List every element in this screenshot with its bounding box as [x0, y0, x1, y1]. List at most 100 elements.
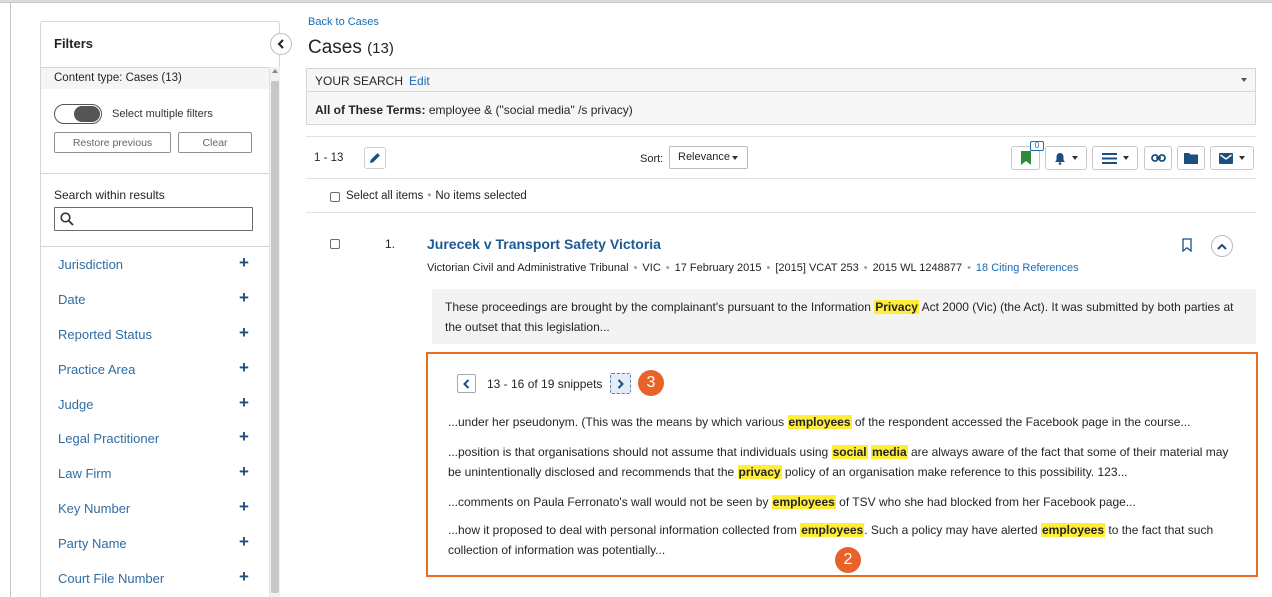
result-count: (13)	[367, 40, 394, 57]
select-all-checkbox[interactable]	[330, 192, 340, 202]
snippet-fragment: . Such a policy may have alerted	[864, 523, 1041, 537]
facet-label: Key Number	[58, 501, 131, 516]
save-to-folder-button[interactable]	[1177, 146, 1205, 170]
bookmark-icon[interactable]	[1182, 238, 1192, 255]
left-edge-divider	[10, 3, 11, 597]
result-metadata: Victorian Civil and Administrative Tribu…	[427, 262, 1079, 274]
select-all-label[interactable]: Select all items	[346, 190, 423, 202]
separator-dot: •	[766, 262, 771, 274]
chevron-down-icon	[1072, 156, 1078, 160]
result-title-link[interactable]: Jurecek v Transport Safety Victoria	[427, 236, 661, 252]
separator-dot: •	[633, 262, 638, 274]
snippet-text: ...position is that organisations should…	[448, 442, 1238, 482]
plus-icon[interactable]: +	[239, 288, 249, 308]
result-number: 1.	[385, 237, 396, 251]
snippet-text: ...comments on Paula Ferronato's wall wo…	[448, 492, 1238, 512]
plus-icon[interactable]: +	[239, 497, 249, 517]
plus-icon[interactable]: +	[239, 393, 249, 413]
back-to-cases-link[interactable]: Back to Cases	[308, 16, 379, 28]
citing-references-link[interactable]: 18 Citing References	[976, 262, 1079, 274]
restore-previous-button[interactable]: Restore previous	[54, 132, 171, 153]
sidebar-divider	[41, 246, 269, 247]
search-divider	[307, 91, 1255, 92]
content-type-label: Content type: Cases (13)	[41, 67, 269, 89]
chevron-down-icon[interactable]	[1241, 78, 1247, 82]
sidebar-scrollbar[interactable]	[269, 67, 280, 597]
chevron-down-icon	[1239, 156, 1245, 160]
search-within-label: Search within results	[54, 188, 165, 202]
plus-icon[interactable]: +	[239, 358, 249, 378]
facet-reported-status[interactable]: Reported Status +	[41, 318, 269, 352]
edit-range-button[interactable]	[364, 147, 386, 169]
next-snippets-button[interactable]	[610, 373, 631, 394]
step-callout-badge: 2	[835, 547, 861, 573]
plus-icon[interactable]: +	[239, 567, 249, 587]
search-terms-value: employee & ("social media" /s privacy)	[428, 103, 633, 117]
separator-dot: •	[427, 190, 432, 202]
snippet-fragment: of the respondent accessed the Facebook …	[851, 415, 1191, 429]
snippet-count: 13 - 16 of 19 snippets	[487, 377, 603, 391]
plus-icon[interactable]: +	[239, 427, 249, 447]
facet-party-name[interactable]: Party Name +	[41, 527, 269, 561]
separator-dot: •	[863, 262, 868, 274]
search-terms: All of These Terms: employee & ("social …	[315, 103, 633, 117]
copy-link-button[interactable]	[1144, 146, 1172, 170]
separator-dot: •	[967, 262, 971, 274]
page-title-text: Cases	[308, 37, 362, 58]
multiple-filters-toggle[interactable]	[54, 104, 102, 124]
your-search-panel: YOUR SEARCH Edit All of These Terms: empl…	[306, 68, 1256, 125]
your-search-label: YOUR SEARCH	[315, 74, 404, 88]
page-title: Cases (13)	[308, 37, 394, 59]
bell-icon	[1055, 152, 1065, 165]
facet-label: Judge	[58, 397, 94, 412]
search-term-highlight: employees	[771, 495, 836, 509]
facet-practice-area[interactable]: Practice Area +	[41, 353, 269, 387]
snippet-fragment: ...position is that organisations should…	[448, 445, 832, 459]
previous-snippets-button[interactable]	[457, 374, 476, 393]
plus-icon[interactable]: +	[239, 532, 249, 552]
bookmark-flag-icon	[1020, 151, 1031, 165]
chevron-down-icon	[1122, 156, 1129, 160]
collapse-sidebar-button[interactable]	[270, 33, 292, 55]
facet-date[interactable]: Date +	[41, 283, 269, 317]
citation: [2015] VCAT 253	[775, 262, 859, 274]
summary-text: These proceedings are brought by the com…	[445, 300, 875, 314]
sort-select[interactable]: Relevance	[669, 146, 748, 169]
folder-icon	[1184, 153, 1198, 164]
alert-button[interactable]	[1045, 146, 1087, 170]
snippet-fragment: ...under her pseudonym. (This was the me…	[448, 415, 788, 429]
email-button[interactable]	[1210, 146, 1254, 170]
facet-judge[interactable]: Judge +	[41, 388, 269, 422]
snippet-text: ...under her pseudonym. (This was the me…	[448, 412, 1238, 432]
view-options-button[interactable]	[1092, 146, 1138, 170]
plus-icon[interactable]: +	[239, 253, 249, 273]
search-within-input[interactable]	[54, 207, 253, 231]
link-icon	[1150, 154, 1166, 162]
scrollbar-thumb[interactable]	[271, 81, 279, 593]
plus-icon[interactable]: +	[239, 323, 249, 343]
facet-court-file-number[interactable]: Court File Number +	[41, 562, 269, 596]
facet-law-firm[interactable]: Law Firm +	[41, 457, 269, 491]
facet-key-number[interactable]: Key Number +	[41, 492, 269, 526]
top-bar	[0, 0, 1272, 3]
result-checkbox[interactable]	[330, 239, 340, 249]
facet-legal-practitioner[interactable]: Legal Practitioner +	[41, 422, 269, 456]
jurisdiction: VIC	[642, 262, 661, 274]
edit-search-link[interactable]: Edit	[409, 74, 430, 88]
clear-button[interactable]: Clear	[178, 132, 252, 153]
snippet-fragment: ...comments on Paula Ferronato's wall wo…	[448, 495, 772, 509]
filters-title: Filters	[54, 36, 94, 51]
facet-label: Practice Area	[58, 362, 136, 377]
facet-label: Date	[58, 292, 86, 307]
facet-label: Legal Practitioner	[58, 431, 160, 446]
facet-jurisdiction[interactable]: Jurisdiction +	[41, 248, 269, 282]
toolbar-divider	[306, 136, 1256, 137]
search-term-highlight: employees	[787, 415, 852, 429]
your-search-header: YOUR SEARCH Edit	[315, 74, 430, 88]
plus-icon[interactable]: +	[239, 462, 249, 482]
step-callout-badge: 3	[638, 370, 664, 396]
results-range: 1 - 13	[314, 152, 344, 164]
collapse-result-button[interactable]	[1211, 235, 1233, 257]
scroll-up-arrow-icon[interactable]	[272, 69, 278, 73]
facet-label: Jurisdiction	[58, 257, 124, 272]
